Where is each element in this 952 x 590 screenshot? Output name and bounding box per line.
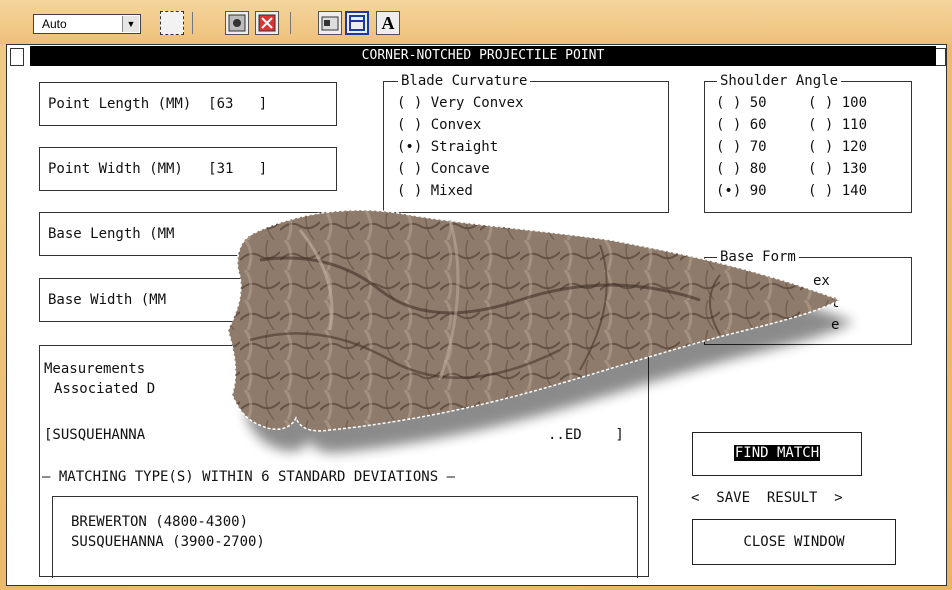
projectile-point-image — [227, 209, 854, 453]
